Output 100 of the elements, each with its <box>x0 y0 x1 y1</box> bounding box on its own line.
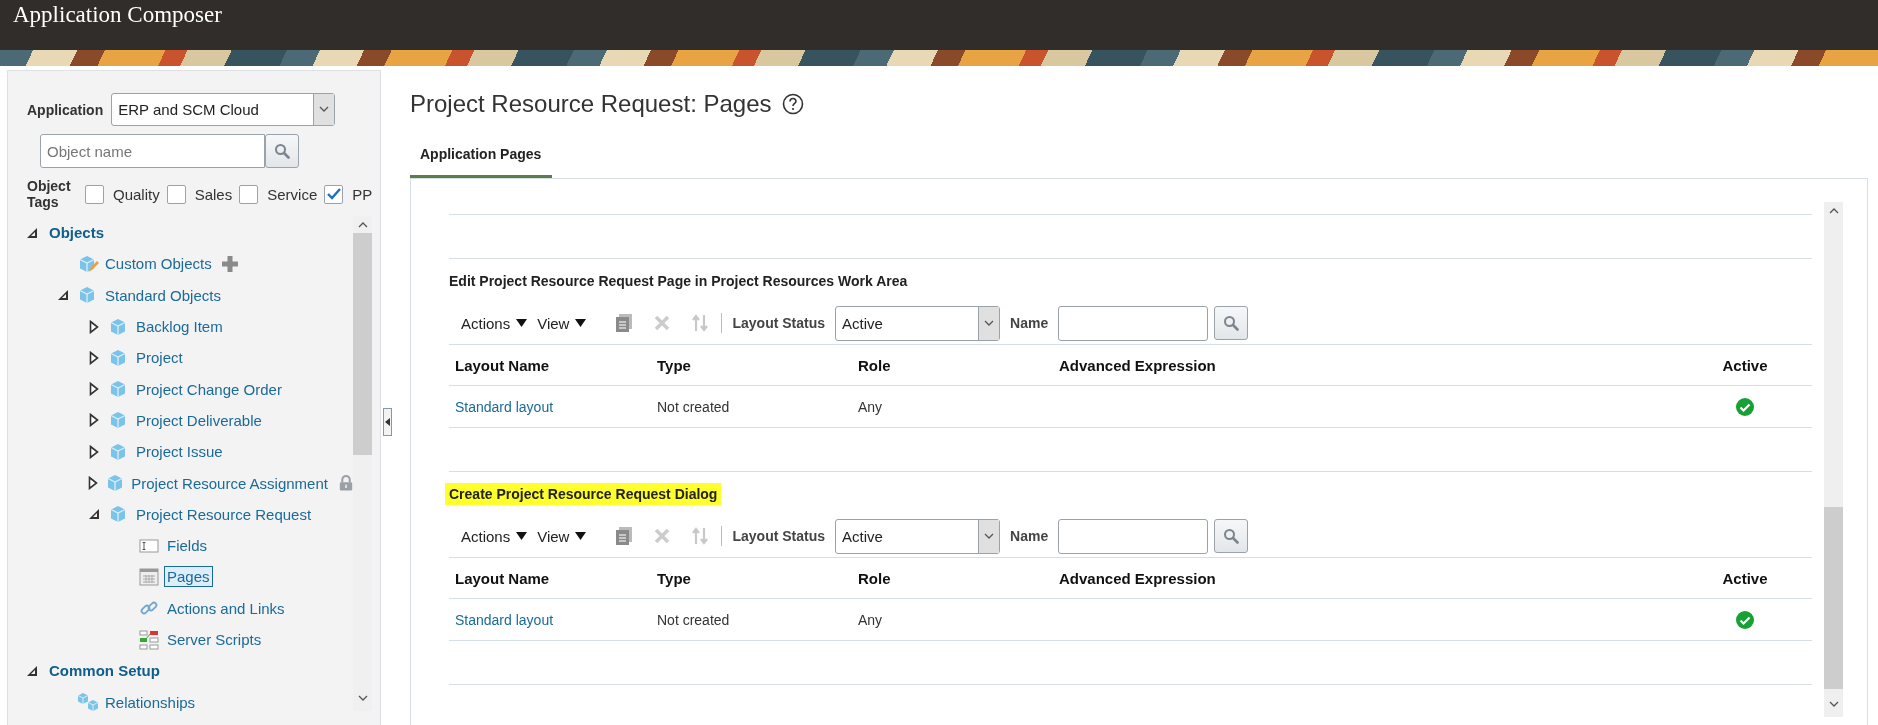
tree-item[interactable]: Common Setup <box>46 660 163 682</box>
chevron-down-icon <box>1828 701 1839 708</box>
tree-item[interactable]: Project <box>133 347 186 369</box>
chevron-up-icon <box>357 221 368 228</box>
caret-icon <box>575 532 587 540</box>
checkbox[interactable] <box>85 184 104 204</box>
collapsed-triangle-icon[interactable] <box>89 350 99 365</box>
checkbox-label: Service <box>267 185 318 203</box>
tree-item[interactable]: Actions and Links <box>164 597 288 619</box>
table-cell: Any <box>858 398 883 415</box>
cube-icon <box>77 285 97 306</box>
page-title: Project Resource Request: Pages <box>410 90 772 118</box>
expanded-triangle-icon[interactable] <box>88 508 100 521</box>
tree-item[interactable]: Project Resource Request <box>133 503 315 525</box>
search-icon <box>274 143 290 159</box>
layout-status-dropdown[interactable]: Active <box>835 305 1001 341</box>
search-button[interactable] <box>1214 306 1249 340</box>
section-title: Edit Project Resource Request Page in Project Resources Work Area <box>448 271 909 291</box>
checkbox-label: Sales <box>194 185 233 203</box>
cube-icon <box>108 347 128 368</box>
search-icon <box>1223 315 1240 331</box>
expanded-triangle-icon[interactable] <box>57 289 69 302</box>
plus-icon[interactable] <box>220 254 239 273</box>
field-label: Object Tags <box>27 178 72 210</box>
checkbox[interactable] <box>324 184 344 204</box>
checkbox[interactable] <box>166 184 186 204</box>
tree-item[interactable]: Server Scripts <box>164 629 265 650</box>
tab[interactable]: Application Pages <box>410 134 553 178</box>
table-cell: Not created <box>657 611 730 628</box>
checkmark-icon <box>326 188 341 200</box>
cube-icon <box>108 379 128 400</box>
collapsed-triangle-icon[interactable] <box>89 444 99 459</box>
collapsed-triangle-icon[interactable] <box>89 382 99 397</box>
cube-icon <box>108 316 128 337</box>
layout-link[interactable]: Standard layout <box>455 398 554 415</box>
menu-button[interactable]: View <box>537 314 593 332</box>
tree-item[interactable]: Backlog Item <box>133 316 226 338</box>
script-grid-icon <box>139 629 159 650</box>
cubes-icon <box>77 692 99 713</box>
tree-item[interactable]: Fields <box>164 535 210 557</box>
chevron-down-icon <box>984 319 995 327</box>
column-header: Role <box>852 557 1053 598</box>
tree-item[interactable]: Project Deliverable <box>133 409 265 431</box>
collapse-handle[interactable] <box>383 408 392 436</box>
application-dropdown[interactable]: ERP and SCM Cloud <box>111 93 336 126</box>
column-header: Advanced Expression <box>1053 557 1678 598</box>
chevron-down-icon <box>319 106 330 113</box>
tree-item[interactable]: Objects <box>46 222 108 244</box>
layout-status-dropdown[interactable]: Active <box>835 518 1001 554</box>
table-icon <box>139 567 159 586</box>
tree-item[interactable]: Custom Objects <box>102 253 215 275</box>
caret-icon <box>516 532 528 540</box>
menu-button[interactable]: Actions <box>461 314 534 332</box>
document-icon[interactable] <box>616 527 633 545</box>
menu-button[interactable]: Actions <box>461 527 534 545</box>
menu-button[interactable]: View <box>537 527 593 545</box>
search-icon <box>1223 528 1240 544</box>
column-header: Layout Name <box>449 344 651 385</box>
scrollbar[interactable] <box>1824 202 1843 717</box>
chevron-down-icon <box>357 695 368 702</box>
cube-icon <box>108 504 128 525</box>
column-header: Layout Name <box>449 557 651 598</box>
checkbox-label: Quality <box>113 185 160 203</box>
name-input-field[interactable] <box>1058 518 1209 554</box>
collapsed-triangle-icon[interactable] <box>89 319 99 334</box>
field-label: Name <box>1010 528 1049 544</box>
expanded-triangle-icon[interactable] <box>26 226 38 239</box>
help-icon[interactable] <box>781 93 804 115</box>
tree-item[interactable]: Pages <box>164 566 213 588</box>
collapsed-triangle-icon[interactable] <box>87 476 98 490</box>
search-button[interactable] <box>1214 519 1249 553</box>
field-label: Name <box>1010 315 1049 331</box>
document-icon[interactable] <box>616 314 633 332</box>
object-search-field[interactable]: Object name <box>40 134 265 168</box>
name-input-field[interactable] <box>1058 305 1209 341</box>
column-header: Active <box>1678 557 1812 598</box>
left-arrow-icon <box>385 418 390 426</box>
tree-item[interactable]: Standard Objects <box>102 284 224 306</box>
table-cell: Any <box>858 611 883 628</box>
cube-pencil-icon <box>77 253 99 274</box>
field-label: Application <box>27 101 104 118</box>
cube-icon <box>108 410 128 431</box>
caret-icon <box>516 319 528 327</box>
field-label: Layout Status <box>732 315 826 331</box>
checkbox-label: PP <box>352 185 373 203</box>
cube-icon <box>108 441 128 462</box>
checkbox[interactable] <box>239 184 259 204</box>
expanded-triangle-icon[interactable] <box>26 664 38 677</box>
collapsed-triangle-icon[interactable] <box>89 413 99 428</box>
layout-link[interactable]: Standard layout <box>455 611 554 628</box>
chevron-up-icon <box>1828 207 1839 214</box>
tree-item[interactable]: Relationships <box>102 691 199 713</box>
caret-icon <box>575 319 587 327</box>
column-header: Role <box>852 344 1053 385</box>
tree-item[interactable]: Project Resource Assignment <box>128 472 331 494</box>
column-header: Type <box>651 557 852 598</box>
tree-item[interactable]: Project Change Order <box>133 378 285 400</box>
search-button[interactable] <box>265 134 299 168</box>
app-title: Application Composer <box>13 2 222 28</box>
tree-item[interactable]: Project Issue <box>133 441 226 463</box>
